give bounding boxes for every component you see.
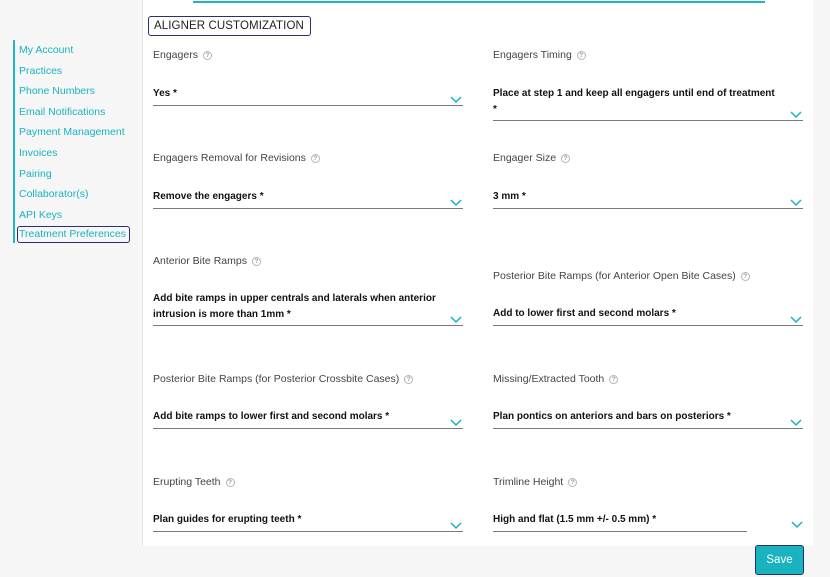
missing-extracted-tooth-select[interactable]: Plan pontics on anteriors and bars on po… [493, 409, 803, 429]
field-missing-extracted-tooth: Missing/Extracted Tooth? Plan pontics on… [493, 373, 803, 429]
field-label: Erupting Teeth [153, 476, 221, 488]
posterior-bite-ramps-open-bite-select[interactable]: Add to lower first and second molars * [493, 306, 803, 326]
sidebar-item-email-notifications[interactable]: Email Notifications [18, 102, 125, 123]
chevron-down-icon [790, 315, 802, 324]
select-value: Add bite ramps to lower first and second… [153, 411, 390, 422]
field-posterior-bite-ramps-open-bite: Posterior Bite Ramps (for Anterior Open … [493, 270, 803, 326]
sidebar-item-treatment-preferences[interactable]: Treatment Preferences [17, 226, 130, 244]
chevron-down-icon [450, 521, 462, 530]
help-icon[interactable]: ? [576, 50, 586, 60]
sidebar-item-my-account[interactable]: My Account [18, 40, 125, 61]
field-engagers: Engagers? Yes * [153, 49, 463, 106]
sidebar-item-phone-numbers[interactable]: Phone Numbers [18, 81, 125, 102]
field-label: Engager Size [493, 152, 557, 164]
engagers-select[interactable]: Yes * [153, 86, 463, 106]
sidebar-item-payment-management[interactable]: Payment Management [18, 122, 125, 143]
help-icon[interactable]: ? [568, 477, 578, 487]
anterior-bite-ramps-select[interactable]: Add bite ramps in upper centrals and lat… [153, 291, 463, 326]
field-engagers-removal: Engagers Removal for Revisions? Remove t… [153, 152, 463, 209]
help-icon[interactable]: ? [251, 256, 261, 266]
select-value: Remove the engagers * [153, 191, 264, 202]
select-value: Add bite ramps in upper centrals and lat… [153, 293, 436, 320]
preferences-panel: ALIGNER CUSTOMIZATION Engagers? Yes * En… [142, 0, 813, 546]
select-value: Plan pontics on anteriors and bars on po… [493, 411, 731, 422]
section-title: ALIGNER CUSTOMIZATION [148, 16, 311, 36]
select-value: Yes * [153, 88, 177, 99]
help-icon[interactable]: ? [609, 374, 619, 384]
trimline-height-select[interactable]: High and flat (1.5 mm +/- 0.5 mm) * [493, 512, 747, 532]
engager-size-select[interactable]: 3 mm * [493, 189, 803, 209]
select-value: High and flat (1.5 mm +/- 0.5 mm) * [493, 514, 657, 525]
field-label: Posterior Bite Ramps (for Anterior Open … [493, 270, 736, 282]
help-icon[interactable]: ? [310, 153, 320, 163]
sidebar-item-practices[interactable]: Practices [18, 61, 125, 82]
select-value: 3 mm * [493, 191, 526, 202]
chevron-down-icon [450, 198, 462, 207]
field-engagers-timing: Engagers Timing? Place at step 1 and kee… [493, 49, 803, 121]
help-icon[interactable]: ? [561, 153, 571, 163]
field-label: Anterior Bite Ramps [153, 255, 247, 267]
sidebar-item-pairing[interactable]: Pairing [18, 164, 125, 185]
help-icon[interactable]: ? [404, 374, 414, 384]
chevron-down-icon [450, 95, 462, 104]
tab-underline [193, 1, 765, 3]
field-label: Posterior Bite Ramps (for Posterior Cros… [153, 373, 400, 385]
select-value: Plan guides for erupting teeth * [153, 514, 302, 525]
settings-sidebar: My Account Practices Phone Numbers Email… [13, 40, 130, 244]
erupting-teeth-select[interactable]: Plan guides for erupting teeth * [153, 512, 463, 532]
chevron-down-icon [450, 418, 462, 427]
field-engager-size: Engager Size? 3 mm * [493, 152, 803, 209]
chevron-down-icon [790, 198, 802, 207]
sidebar-item-api-keys[interactable]: API Keys [18, 205, 125, 226]
field-label: Engagers Timing [493, 49, 572, 61]
help-icon[interactable]: ? [202, 50, 212, 60]
field-label: Missing/Extracted Tooth [493, 373, 605, 385]
chevron-down-icon [790, 110, 802, 119]
select-value: Add to lower first and second molars * [493, 308, 676, 319]
help-icon[interactable]: ? [740, 271, 750, 281]
posterior-bite-ramps-crossbite-select[interactable]: Add bite ramps to lower first and second… [153, 409, 463, 429]
field-erupting-teeth: Erupting Teeth? Plan guides for erupting… [153, 476, 463, 532]
sidebar-item-collaborators[interactable]: Collaborator(s) [18, 184, 125, 205]
select-value: Place at step 1 and keep all engagers un… [493, 88, 775, 115]
engagers-removal-select[interactable]: Remove the engagers * [153, 189, 463, 209]
sidebar-item-invoices[interactable]: Invoices [18, 143, 125, 164]
chevron-down-icon [450, 315, 462, 324]
chevron-down-icon [790, 418, 802, 427]
field-trimline-height: Trimline Height? High and flat (1.5 mm +… [493, 476, 803, 532]
help-icon[interactable]: ? [225, 477, 235, 487]
chevron-down-icon[interactable] [791, 520, 803, 529]
field-anterior-bite-ramps: Anterior Bite Ramps? Add bite ramps in u… [153, 255, 463, 326]
field-label: Engagers [153, 49, 198, 61]
engagers-timing-select[interactable]: Place at step 1 and keep all engagers un… [493, 86, 803, 121]
field-label: Engagers Removal for Revisions [153, 152, 306, 164]
field-posterior-bite-ramps-crossbite: Posterior Bite Ramps (for Posterior Cros… [153, 373, 463, 429]
field-label: Trimline Height [493, 476, 564, 488]
save-button[interactable]: Save [755, 545, 804, 575]
